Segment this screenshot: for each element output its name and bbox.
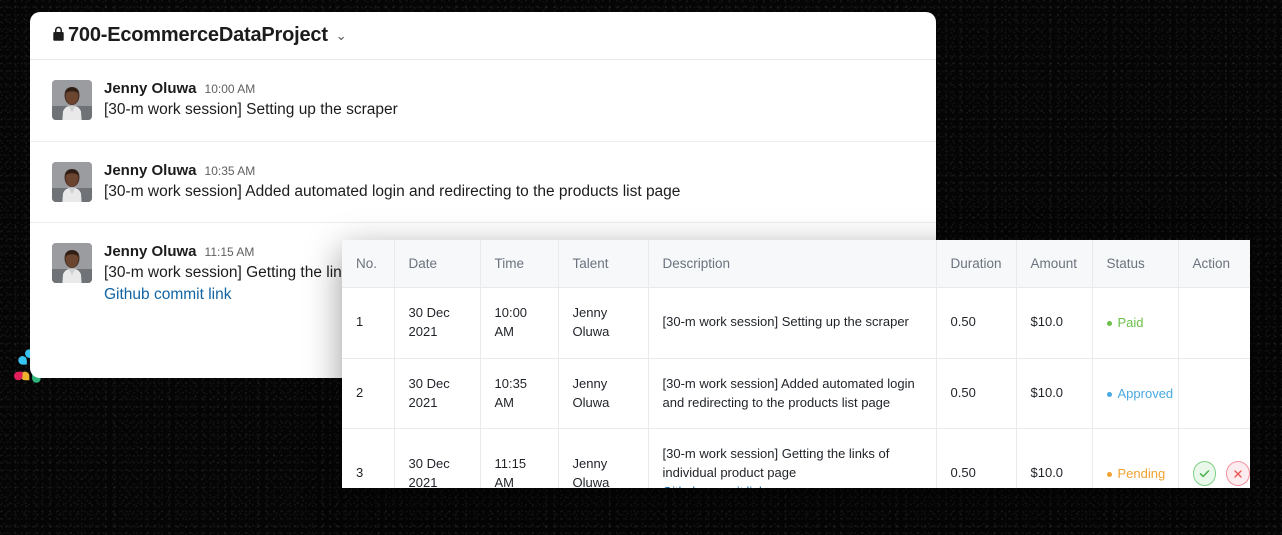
column-header-date: Date [394, 240, 481, 288]
status-label: Approved [1117, 385, 1174, 401]
cell-time: 11:15 AM [480, 428, 559, 488]
message-meta: Jenny Oluwa 10:00 AM [104, 80, 914, 97]
message-item: Jenny Oluwa 10:00 AM [30-m work session] S… [30, 60, 936, 142]
table-body: 1 30 Dec 2021 10:00 AM Jenny Oluwa [30-m wor… [342, 287, 1250, 488]
message-author[interactable]: Jenny Oluwa [104, 162, 197, 179]
avatar[interactable] [52, 80, 92, 120]
cell-date: 30 Dec 2021 [394, 428, 481, 488]
cell-duration: 0.50 [936, 428, 1017, 488]
table-row: 2 30 Dec 2021 10:35 AM Jenny Oluwa [30-m wor… [342, 358, 1250, 430]
table-row: 3 30 Dec 2021 11:15 AM Jenny Oluwa [30-m wor… [342, 428, 1250, 488]
message-meta: Jenny Oluwa 10:35 AM [104, 162, 914, 179]
github-commit-link[interactable]: Github commit link [663, 485, 766, 488]
cell-action [1178, 358, 1250, 430]
cell-talent: Jenny Oluwa [558, 358, 649, 430]
avatar[interactable] [52, 243, 92, 284]
cell-amount: $10.0 [1016, 428, 1093, 488]
cell-action [1178, 287, 1250, 359]
description-text: [30-m work session] Added automated logi… [662, 375, 915, 410]
cell-duration: 0.50 [936, 358, 1017, 430]
cell-date: 30 Dec 2021 [394, 358, 481, 430]
cell-talent: Jenny Oluwa [558, 428, 649, 488]
lock-icon [52, 26, 65, 46]
column-header-duration: Duration [936, 240, 1017, 288]
message-author[interactable]: Jenny Oluwa [104, 243, 197, 260]
table-row: 1 30 Dec 2021 10:00 AM Jenny Oluwa [30-m wor… [342, 287, 1250, 359]
avatar[interactable] [52, 161, 92, 202]
cell-description: [30-m work session] Getting the links of… [648, 428, 937, 488]
column-header-no: No. [342, 240, 395, 288]
message-text: [30-m work session] Setting up the scrap… [104, 101, 398, 118]
cell-status: Paid [1092, 287, 1179, 359]
status-badge: Paid [1106, 314, 1144, 333]
message-item: Jenny Oluwa 10:35 AM [30-m work session] A… [30, 142, 936, 224]
cell-no: 1 [342, 287, 395, 359]
message-timestamp[interactable]: 10:35 AM [205, 164, 256, 178]
table-header-row: No. Date Time Talent Description Duratio… [342, 240, 1250, 288]
cell-description: [30-m work session] Added automated logi… [648, 358, 937, 430]
description-text: [30-m work session] Setting up the scrap… [662, 314, 909, 330]
column-header-amount: Amount [1016, 240, 1093, 288]
status-dot-icon [1106, 471, 1112, 477]
status-dot-icon [1106, 320, 1112, 326]
cell-time: 10:00 AM [480, 287, 559, 359]
channel-name: 700-EcommerceDataProject [68, 24, 328, 46]
message-body: Jenny Oluwa 10:00 AM [30-m work session] S… [104, 80, 914, 121]
description-text: [30-m work session] Getting the links of… [662, 446, 890, 481]
message-text: [30-m work session] Added automated logi… [104, 182, 681, 200]
cell-amount: $10.0 [1016, 287, 1093, 359]
cell-duration: 0.50 [936, 287, 1017, 359]
cell-description: [30-m work session] Setting up the scrap… [648, 287, 937, 359]
cell-action [1178, 428, 1250, 488]
check-circle-icon[interactable] [1192, 461, 1217, 487]
timesheet-table: No. Date Time Talent Description Duratio… [342, 240, 1250, 488]
message-author[interactable]: Jenny Oluwa [104, 80, 197, 97]
cell-status: Pending [1092, 428, 1179, 488]
cell-talent: Jenny Oluwa [558, 287, 649, 359]
cell-no: 3 [342, 428, 395, 488]
status-badge: Pending [1106, 465, 1166, 484]
message-body: Jenny Oluwa 10:35 AM [30-m work session] A… [104, 162, 914, 203]
cell-amount: $10.0 [1016, 358, 1093, 430]
status-dot-icon [1106, 391, 1112, 397]
channel-header[interactable]: 700-EcommerceDataProject ⌄ [30, 12, 936, 60]
column-header-status: Status [1092, 240, 1179, 288]
action-buttons [1192, 461, 1250, 487]
message-timestamp[interactable]: 10:00 AM [205, 82, 256, 96]
status-badge: Approved [1106, 385, 1174, 404]
status-label: Pending [1117, 465, 1166, 481]
timesheet-panel: No. Date Time Talent Description Duratio… [342, 240, 1250, 488]
column-header-talent: Talent [558, 240, 649, 288]
column-header-time: Time [480, 240, 559, 288]
cell-time: 10:35 AM [480, 358, 559, 430]
column-header-action: Action [1178, 240, 1250, 288]
cell-status: Approved [1092, 358, 1179, 430]
column-header-description: Description [648, 240, 937, 288]
message-timestamp[interactable]: 11:15 AM [205, 245, 255, 259]
cell-no: 2 [342, 358, 395, 430]
cross-circle-icon[interactable] [1226, 461, 1250, 487]
chevron-down-icon[interactable]: ⌄ [336, 29, 347, 42]
status-label: Paid [1117, 314, 1144, 330]
cell-date: 30 Dec 2021 [394, 287, 481, 359]
